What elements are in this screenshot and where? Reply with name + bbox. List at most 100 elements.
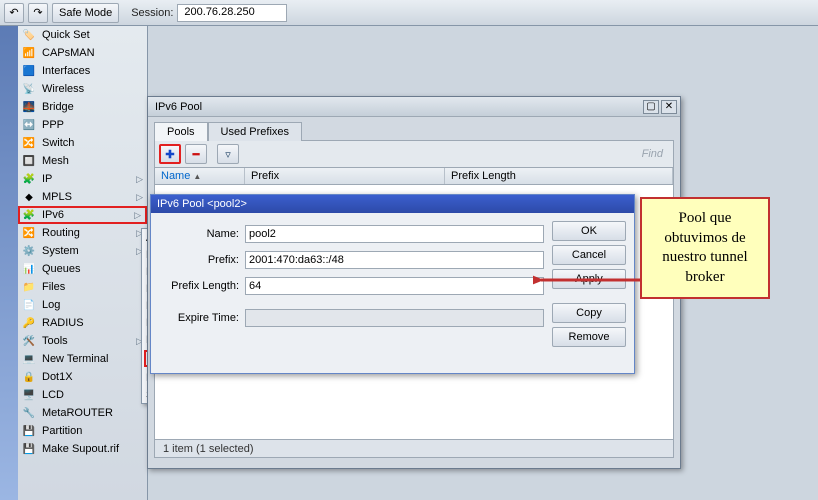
column-name[interactable]: Name bbox=[155, 168, 245, 184]
menu-icon: 🏷️ bbox=[22, 28, 36, 42]
menu-item-make-supout-rif[interactable]: 💾Make Supout.rif bbox=[18, 440, 147, 458]
safe-mode-button[interactable]: Safe Mode bbox=[52, 3, 119, 23]
menu-item-lcd[interactable]: 🖥️LCD bbox=[18, 386, 147, 404]
add-pool-button[interactable]: ✚ bbox=[159, 144, 181, 164]
menu-label: Switch bbox=[42, 137, 74, 149]
menu-label: New Terminal bbox=[42, 353, 108, 365]
remove-pool-button[interactable]: ━ bbox=[185, 144, 207, 164]
menu-icon: 💻 bbox=[22, 352, 36, 366]
caret-icon: ▷ bbox=[136, 192, 143, 203]
menu-icon: 📶 bbox=[22, 46, 36, 60]
menu-item-system[interactable]: ⚙️System▷ bbox=[18, 242, 147, 260]
session-label: Session: bbox=[131, 7, 173, 19]
menu-icon: 🛠️ bbox=[22, 334, 36, 348]
funnel-icon: ▿ bbox=[225, 148, 231, 161]
column-prefix[interactable]: Prefix bbox=[245, 168, 445, 184]
undo-icon: ↶ bbox=[9, 6, 18, 19]
menu-item-mesh[interactable]: 🔲Mesh bbox=[18, 152, 147, 170]
dialog-titlebar[interactable]: IPv6 Pool <pool2> bbox=[151, 195, 634, 213]
menu-item-capsman[interactable]: 📶CAPsMAN bbox=[18, 44, 147, 62]
menu-icon: 🔀 bbox=[22, 226, 36, 240]
dialog-form: Name: Prefix: Prefix Length: Expire Time… bbox=[159, 221, 544, 347]
menu-item-bridge[interactable]: 🌉 Bridge bbox=[18, 98, 147, 116]
prefix-label: Prefix: bbox=[159, 254, 239, 266]
menu-item-metarouter[interactable]: 🔧 MetaROUTER bbox=[18, 404, 147, 422]
menu-item-radius[interactable]: 🔑RADIUS bbox=[18, 314, 147, 332]
cancel-button[interactable]: Cancel bbox=[552, 245, 626, 265]
plus-icon: ✚ bbox=[165, 148, 174, 161]
menu-item-tools[interactable]: 🛠️Tools▷ bbox=[18, 332, 147, 350]
window-title: IPv6 Pool bbox=[151, 101, 202, 113]
dialog-buttons: OK Cancel Apply Copy Remove bbox=[552, 221, 626, 347]
caret-icon: ▷ bbox=[134, 210, 141, 221]
menu-item-files[interactable]: 📁Files bbox=[18, 278, 147, 296]
menu-icon: 💾 bbox=[22, 442, 36, 456]
menu-icon: 💾 bbox=[22, 424, 36, 438]
prefix-length-input[interactable] bbox=[245, 277, 544, 295]
menu-item-routing[interactable]: 🔀Routing▷ bbox=[18, 224, 147, 242]
menu-item-switch[interactable]: 🔀Switch bbox=[18, 134, 147, 152]
minus-icon: ━ bbox=[193, 148, 200, 161]
menu-icon: 🔧 bbox=[22, 406, 36, 420]
name-input[interactable] bbox=[245, 225, 544, 243]
menu-label: Bridge bbox=[42, 101, 74, 113]
top-toolbar: ↶ ↷ Safe Mode Session: 200.76.28.250 bbox=[0, 0, 818, 26]
menu-icon: 🧩 bbox=[22, 208, 36, 222]
menu-item-log[interactable]: 📄Log bbox=[18, 296, 147, 314]
remove-button[interactable]: Remove bbox=[552, 327, 626, 347]
menu-icon: 🌉 bbox=[22, 100, 36, 114]
menu-label: Queues bbox=[42, 263, 81, 275]
tab-used-prefixes[interactable]: Used Prefixes bbox=[208, 122, 302, 141]
menu-label: Mesh bbox=[42, 155, 69, 167]
prefix-length-label: Prefix Length: bbox=[159, 280, 239, 292]
menu-icon: 📄 bbox=[22, 298, 36, 312]
find-field[interactable]: Find bbox=[642, 148, 669, 160]
window-close-button[interactable]: ✕ bbox=[661, 100, 677, 114]
ok-button[interactable]: OK bbox=[552, 221, 626, 241]
menu-item-wireless[interactable]: 📡Wireless bbox=[18, 80, 147, 98]
name-label: Name: bbox=[159, 228, 239, 240]
menu-item-interfaces[interactable]: 🟦Interfaces bbox=[18, 62, 147, 80]
window-titlebar[interactable]: IPv6 Pool ▢ ✕ bbox=[148, 97, 680, 117]
redo-button[interactable]: ↷ bbox=[28, 3, 48, 23]
menu-item-mpls[interactable]: ◆MPLS▷ bbox=[18, 188, 147, 206]
caret-icon: ▷ bbox=[136, 174, 143, 185]
window-minimize-button[interactable]: ▢ bbox=[643, 100, 659, 114]
menu-label: System bbox=[42, 245, 79, 257]
annotation-callout: Pool que obtuvimos de nuestro tunnel bro… bbox=[640, 197, 770, 299]
menu-icon: 🖥️ bbox=[22, 388, 36, 402]
menu-item-ip[interactable]: 🧩 IP ▷ bbox=[18, 170, 147, 188]
tab-pools[interactable]: Pools bbox=[154, 122, 208, 141]
expire-time-input bbox=[245, 309, 544, 327]
undo-button[interactable]: ↶ bbox=[4, 3, 24, 23]
column-prefix-length[interactable]: Prefix Length bbox=[445, 168, 673, 184]
prefix-input[interactable] bbox=[245, 251, 544, 269]
menu-label: Tools bbox=[42, 335, 68, 347]
left-strip: OS WinBox bbox=[0, 26, 18, 500]
main-menu: 🏷️Quick Set📶CAPsMAN🟦Interfaces📡Wireless🌉… bbox=[18, 26, 148, 500]
menu-label: Routing bbox=[42, 227, 80, 239]
menu-label: Dot1X bbox=[42, 371, 73, 383]
edit-pool-dialog: IPv6 Pool <pool2> Name: Prefix: Prefix L… bbox=[150, 194, 635, 374]
menu-label: IPv6 bbox=[42, 209, 64, 221]
menu-label: IP bbox=[42, 173, 52, 185]
menu-item-ppp[interactable]: ↔️PPP bbox=[18, 116, 147, 134]
menu-icon: 🧩 bbox=[22, 172, 36, 186]
menu-label: MPLS bbox=[42, 191, 72, 203]
menu-item-dot1x[interactable]: 🔒 Dot1X bbox=[18, 368, 147, 386]
apply-button[interactable]: Apply bbox=[552, 269, 626, 289]
menu-item-queues[interactable]: 📊 Queues bbox=[18, 260, 147, 278]
menu-item-new-terminal[interactable]: 💻 New Terminal bbox=[18, 350, 147, 368]
menu-label: MetaROUTER bbox=[42, 407, 113, 419]
status-bar: 1 item (1 selected) bbox=[155, 439, 673, 457]
menu-icon: 🔒 bbox=[22, 370, 36, 384]
filter-button[interactable]: ▿ bbox=[217, 144, 239, 164]
menu-item-quick-set[interactable]: 🏷️Quick Set bbox=[18, 26, 147, 44]
menu-icon: 🔑 bbox=[22, 316, 36, 330]
copy-button[interactable]: Copy bbox=[552, 303, 626, 323]
menu-icon: ↔️ bbox=[22, 118, 36, 132]
menu-item-ipv6[interactable]: 🧩 IPv6 ▷ bbox=[18, 206, 147, 224]
menu-item-partition[interactable]: 💾Partition bbox=[18, 422, 147, 440]
menu-icon: ⚙️ bbox=[22, 244, 36, 258]
menu-icon: 📊 bbox=[22, 262, 36, 276]
